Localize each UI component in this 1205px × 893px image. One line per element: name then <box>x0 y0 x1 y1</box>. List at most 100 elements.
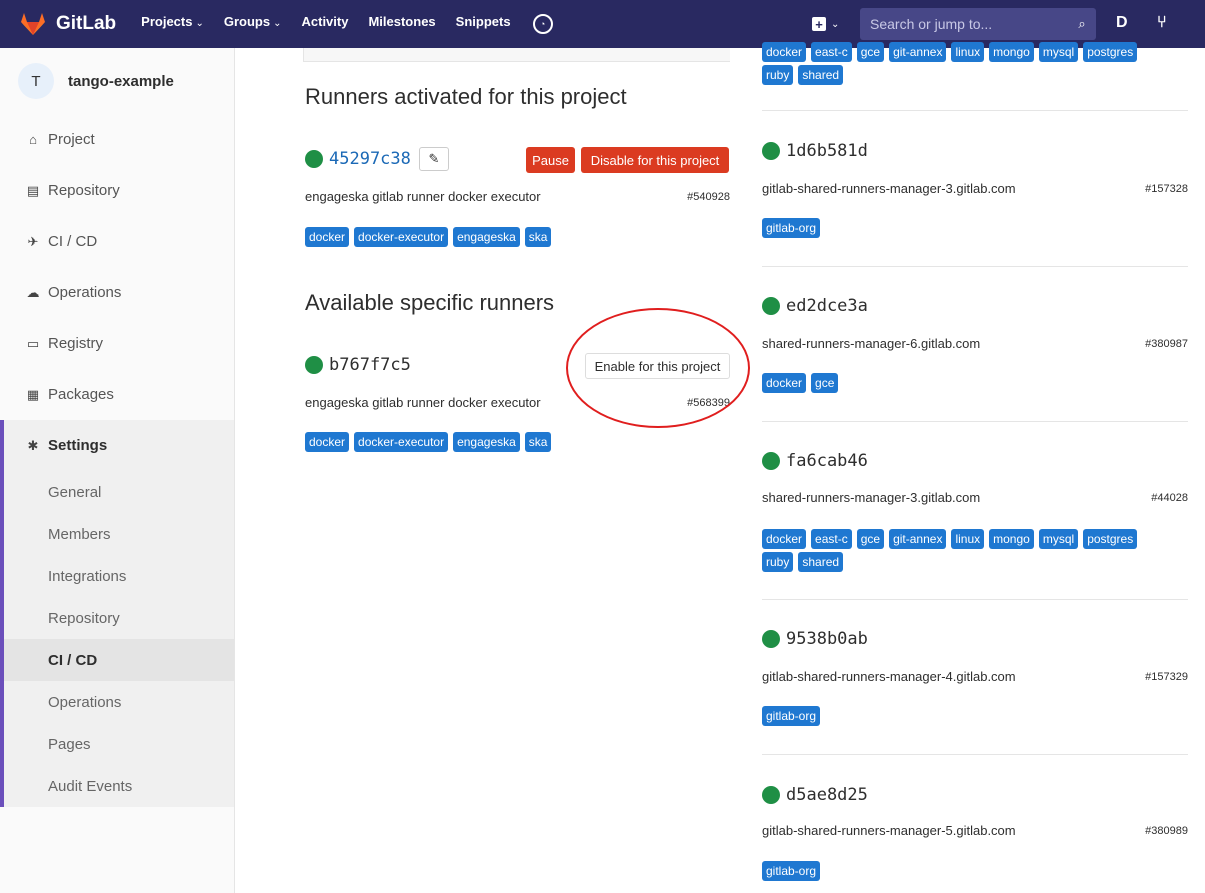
runner-tag: docker <box>762 42 807 62</box>
divider <box>762 110 1188 111</box>
settings-members[interactable]: Members <box>4 513 234 555</box>
runner-tag: shared <box>798 552 844 572</box>
nav-groups[interactable]: Groups ⌄ <box>224 14 282 34</box>
sidebar-project-header[interactable]: T tango-example <box>0 48 234 114</box>
runner-head: 1d6b581d <box>762 141 868 161</box>
home-icon: ⌂ <box>29 132 37 147</box>
runner-tag: shared <box>798 65 844 85</box>
doc-icon: ▤ <box>26 182 40 198</box>
runner-tag: docker-executor <box>354 227 449 247</box>
runner-tag: gce <box>856 529 885 549</box>
runner-head: b767f7c5 <box>305 355 411 375</box>
runner-tag: engageska <box>453 227 520 247</box>
gear-icon: ✱ <box>27 437 39 453</box>
runner-tags: docker east-c gce git-annex linux mongo … <box>762 42 1172 85</box>
runner-token: 9538b0ab <box>786 629 868 649</box>
runner-tag: mongo <box>989 42 1034 62</box>
runner-description: shared-runners-manager-3.gitlab.com <box>762 490 981 505</box>
runner-tag: east-c <box>811 529 852 549</box>
runner-id: #157328 <box>1145 183 1188 195</box>
search-icon[interactable]: ⌕ <box>1068 16 1096 32</box>
sidebar-item-label: Repository <box>48 182 120 199</box>
brand-name: GitLab <box>56 13 117 34</box>
chevron-down-icon: ⌄ <box>195 18 204 29</box>
sidebar-item-project[interactable]: ⌂ Project <box>0 114 234 165</box>
sidebar-item-registry[interactable]: ▭ Registry <box>0 318 234 369</box>
edit-runner-button[interactable]: ✎ <box>418 147 449 171</box>
new-dropdown-button[interactable]: + ⌄ <box>812 17 839 32</box>
panel-bottom-edge <box>303 48 730 62</box>
cloud-gear-icon: ☁ <box>26 284 40 300</box>
runner-token: d5ae8d25 <box>786 785 868 805</box>
nav-activity[interactable]: Activity <box>302 14 349 34</box>
settings-audit-events[interactable]: Audit Events <box>4 765 234 807</box>
sidebar-item-ci-cd[interactable]: ✈ CI / CD <box>0 216 234 267</box>
available-runners-title: Available specific runners <box>305 290 555 315</box>
runner-head: 9538b0ab <box>762 629 868 649</box>
runner-id: #157329 <box>1145 671 1188 683</box>
runner-tag: ska <box>524 227 552 247</box>
pause-button[interactable]: Pause <box>526 147 575 173</box>
runner-head: 45297c38 ✎ <box>305 147 449 171</box>
runner-status-icon <box>305 356 323 374</box>
runner-id: #568399 <box>687 397 730 409</box>
nav-snippets[interactable]: Snippets <box>456 14 511 34</box>
runner-tag: east-c <box>811 42 852 62</box>
runner-description: shared-runners-manager-6.gitlab.com <box>762 336 981 351</box>
divider <box>762 421 1188 422</box>
runner-tag: postgres <box>1083 529 1138 549</box>
divider <box>762 266 1188 267</box>
performance-gauge-icon[interactable]: ◔ <box>532 14 553 34</box>
runner-token: b767f7c5 <box>329 355 411 375</box>
nav-milestones[interactable]: Milestones <box>368 14 435 34</box>
rocket-icon: ✈ <box>27 233 39 249</box>
runner-tag: docker <box>305 432 350 452</box>
settings-integrations[interactable]: Integrations <box>4 555 234 597</box>
runner-tag: mysql <box>1038 42 1079 62</box>
issues-icon[interactable]: D <box>1116 14 1128 32</box>
search-input[interactable] <box>860 16 1068 32</box>
disable-for-project-button[interactable]: Disable for this project <box>581 147 729 173</box>
runner-tag: ruby <box>762 552 794 572</box>
runner-tag: git-annex <box>889 42 947 62</box>
gitlab-logo[interactable]: GitLab <box>20 12 116 36</box>
enable-for-project-button[interactable]: Enable for this project <box>585 353 730 379</box>
sidebar-item-label: Registry <box>48 335 104 352</box>
runner-tags: docker gce <box>762 373 1188 393</box>
merge-request-icon[interactable]: ⑂ <box>1157 14 1167 32</box>
runner-status-icon <box>762 297 780 315</box>
runner-description: gitlab-shared-runners-manager-5.gitlab.c… <box>762 823 1016 838</box>
project-avatar: T <box>18 63 54 99</box>
runner-status-icon <box>762 452 780 470</box>
runner-token: ed2dce3a <box>786 296 868 316</box>
settings-repository[interactable]: Repository <box>4 597 234 639</box>
nav-projects[interactable]: Projects ⌄ <box>141 14 204 34</box>
nav-right: + ⌄ ⌕ D ⑂ <box>812 0 1167 48</box>
sidebar-item-repository[interactable]: ▤ Repository <box>0 165 234 216</box>
runner-status-icon <box>762 786 780 804</box>
runner-tag: gitlab-org <box>762 861 821 881</box>
settings-operations[interactable]: Operations <box>4 681 234 723</box>
runner-tag: gce <box>811 373 839 393</box>
sidebar-item-operations[interactable]: ☁ Operations <box>0 267 234 318</box>
settings-general[interactable]: General <box>4 471 234 513</box>
sidebar-item-label: CI / CD <box>48 233 98 250</box>
runner-tag: docker <box>762 529 807 549</box>
project-name: tango-example <box>68 72 174 90</box>
runner-token-link[interactable]: 45297c38 <box>329 149 411 169</box>
runner-tag: engageska <box>453 432 520 452</box>
runner-head: ed2dce3a <box>762 296 868 316</box>
sidebar-item-settings[interactable]: ✱ Settings <box>4 420 234 471</box>
sidebar-item-label: Packages <box>48 386 114 403</box>
plus-square-icon: + <box>812 17 826 32</box>
settings-pages[interactable]: Pages <box>4 723 234 765</box>
tanuki-icon <box>21 13 45 35</box>
runner-tags: gitlab-org <box>762 861 1188 881</box>
runner-head: fa6cab46 <box>762 451 868 471</box>
runner-tag: git-annex <box>889 529 947 549</box>
sidebar-item-packages[interactable]: ▦ Packages <box>0 369 234 420</box>
settings-ci-cd[interactable]: CI / CD <box>4 639 234 681</box>
runner-status-icon <box>305 150 323 168</box>
runner-tag: gitlab-org <box>762 706 821 726</box>
runner-tag: mongo <box>989 529 1034 549</box>
